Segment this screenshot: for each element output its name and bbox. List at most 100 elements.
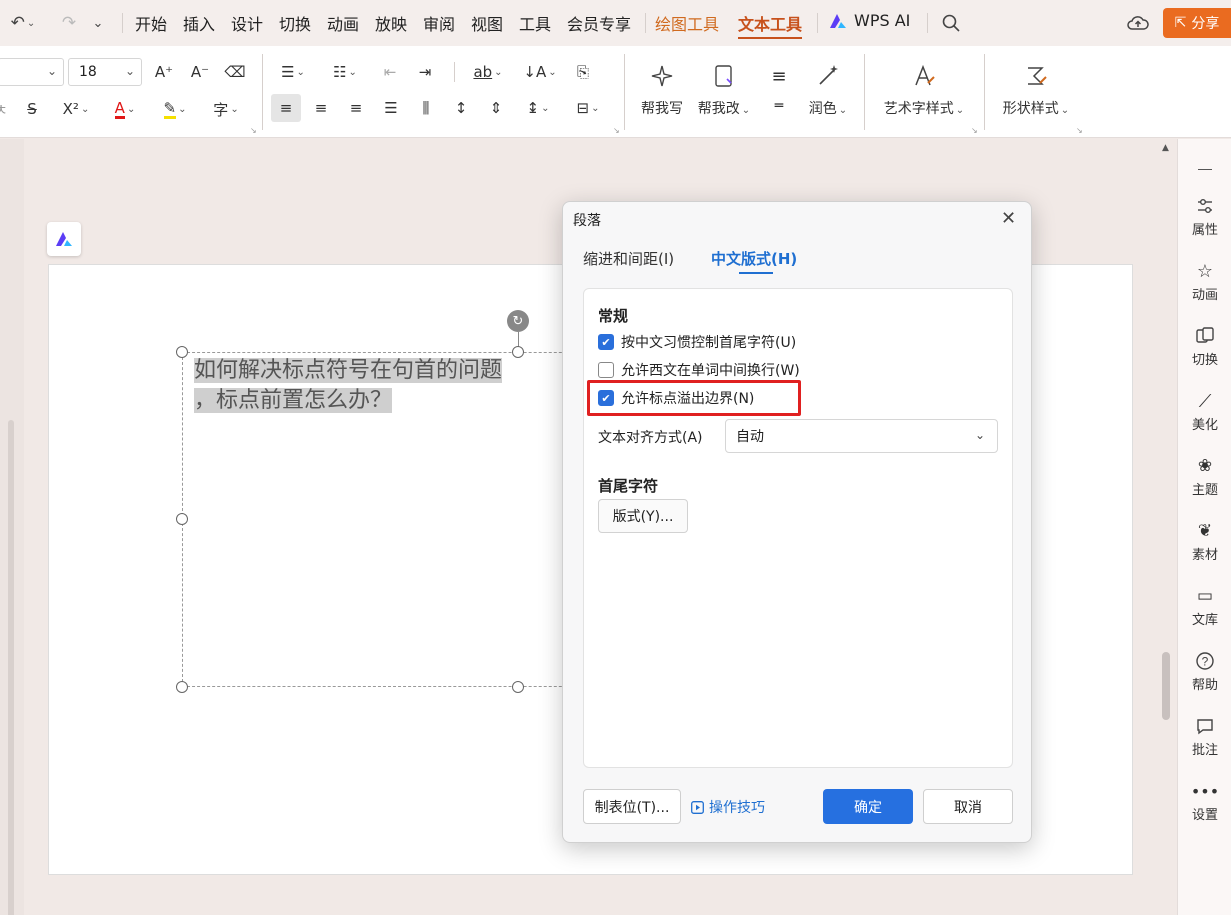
redo-button[interactable]: ↷ — [56, 0, 82, 46]
font-grow-button[interactable]: A⁺ — [152, 60, 176, 84]
tab-home[interactable]: 开始 — [135, 11, 167, 35]
align-right-icon: ≡ — [349, 99, 363, 117]
shape-style-launcher-icon[interactable]: ↘ — [1076, 126, 1083, 135]
collapse-icon[interactable] — [1198, 169, 1212, 170]
share-button[interactable]: ⇱ 分享 — [1163, 8, 1231, 38]
tab-stops-button[interactable]: 制表位(T)... — [583, 789, 681, 824]
close-icon[interactable]: ✕ — [1001, 208, 1016, 229]
panel-properties[interactable]: 属性 — [1178, 194, 1231, 238]
panel-settings[interactable]: ••• 设置 — [1178, 779, 1231, 824]
resize-handle-top-left[interactable] — [176, 346, 188, 358]
art-style-launcher-icon[interactable]: ↘ — [971, 126, 978, 135]
tab-indent-spacing[interactable]: 缩进和间距(I) — [583, 248, 674, 269]
thumbnail-scrollbar[interactable] — [8, 420, 14, 915]
panel-animation[interactable]: ☆ 动画 — [1178, 259, 1231, 304]
resize-handle-left[interactable] — [176, 513, 188, 525]
align-center-button[interactable]: ≡ — [308, 94, 334, 122]
tab-drawing-tools[interactable]: 绘图工具 — [655, 11, 719, 35]
style-button[interactable]: 版式(Y)... — [598, 499, 688, 533]
panel-transition[interactable]: 切换 — [1178, 324, 1231, 368]
panel-beautify[interactable]: ⟋ 美化 — [1178, 389, 1231, 434]
wps-ai-icon — [830, 13, 846, 28]
tab-insert[interactable]: 插入 — [183, 11, 215, 35]
text-align-select[interactable]: 自动 ⌄ — [725, 419, 998, 453]
ok-button[interactable]: 确定 — [823, 789, 913, 824]
superscript-button[interactable]: X² ⌄ — [58, 96, 94, 122]
help-edit-button[interactable]: 帮我改 ⌄ — [695, 54, 753, 118]
font-color-button[interactable]: A ⌄ — [106, 96, 144, 122]
vertical-scrollbar-thumb[interactable] — [1162, 652, 1170, 720]
clear-format-button[interactable]: ⌫ — [222, 60, 248, 84]
text-box-content[interactable]: 如何解决标点符号在句首的问题 ，标点前置怎么办？ — [194, 356, 544, 416]
text-direction-button[interactable]: ab ⌄ — [468, 60, 508, 84]
align-right-button[interactable]: ≡ — [343, 94, 369, 122]
ai-assistant-button[interactable] — [47, 222, 81, 256]
scroll-up-icon[interactable]: ▲ — [1162, 143, 1169, 153]
panel-library[interactable]: ▭ 文库 — [1178, 584, 1231, 628]
option-allow-punctuation-overflow[interactable]: ✔ 允许标点溢出边界(N) — [598, 388, 754, 408]
tab-text-tools[interactable]: 文本工具 — [738, 11, 803, 39]
option-control-first-last-chars[interactable]: ✔ 按中文习惯控制首尾字符(U) — [598, 332, 796, 352]
tab-design[interactable]: 设计 — [231, 11, 263, 35]
line-spacing-icon: ↕ — [454, 99, 468, 117]
shape-style-button[interactable]: 形状样式 ⌄ — [997, 54, 1075, 118]
tab-chinese-typography[interactable]: 中文版式(H) — [711, 248, 797, 269]
convert-button[interactable]: ⎘ — [570, 60, 596, 84]
right-side-panel: 属性 ☆ 动画 切换 ⟋ 美化 ❀ 主题 ❦ 素材 ▭ 文库 ? 帮助 批注 •… — [1177, 139, 1231, 915]
text-line-2: ，标点前置怎么办？ — [194, 388, 393, 413]
increase-indent-button[interactable]: ⇥ — [413, 60, 437, 84]
polish-button[interactable]: 润色 ⌄ — [805, 54, 851, 118]
font-size-select[interactable]: 18 ⌄ — [68, 58, 142, 86]
quick-access-dropdown[interactable]: ⌄ — [86, 0, 110, 46]
wps-ai-button[interactable]: WPS AI — [828, 11, 910, 30]
tab-review[interactable]: 审阅 — [423, 11, 455, 35]
spacing-options-button[interactable]: ↨ ⌄ — [518, 94, 558, 122]
bullets-button[interactable]: ☰ ⌄ — [274, 60, 312, 84]
tab-slideshow[interactable]: 放映 — [375, 11, 407, 35]
help-write-button[interactable]: 帮我写 — [637, 54, 687, 118]
more-icon: ••• — [1190, 781, 1220, 801]
search-button[interactable] — [938, 0, 964, 46]
vertical-align-button[interactable]: ⊟ ⌄ — [568, 94, 608, 122]
phonetic-button[interactable]: ㅊ — [0, 96, 8, 122]
resize-handle-bottom-left[interactable] — [176, 681, 188, 693]
tips-link[interactable]: 操作技巧 — [691, 797, 765, 817]
cloud-upload-button[interactable] — [1125, 0, 1151, 46]
undo-button[interactable]: ↶ ⌄ — [6, 0, 40, 46]
tab-animation[interactable]: 动画 — [327, 11, 359, 35]
checkbox-unchecked[interactable] — [598, 362, 614, 378]
art-style-button[interactable]: 艺术字样式 ⌄ — [878, 54, 970, 118]
resize-handle-bottom[interactable] — [512, 681, 524, 693]
text-format-button[interactable]: ≡ ═ — [764, 54, 794, 115]
dialog-title: 段落 — [573, 213, 601, 229]
line-spacing-button[interactable]: ↕ — [448, 94, 474, 122]
char-spacing-button[interactable]: 字 ⌄ — [206, 96, 246, 122]
paragraph-spacing-button[interactable]: ⇕ — [483, 94, 509, 122]
justify-button[interactable]: ☰ — [378, 94, 404, 122]
tab-member[interactable]: 会员专享 — [567, 11, 631, 35]
align-left-button[interactable]: ≡ — [271, 94, 301, 122]
tab-view[interactable]: 视图 — [471, 11, 503, 35]
distributed-button[interactable]: ⫼ — [413, 94, 439, 122]
rotate-handle[interactable]: ↻ — [507, 310, 529, 332]
font-name-select[interactable]: ⌄ — [0, 58, 64, 86]
panel-assets[interactable]: ❦ 素材 — [1178, 519, 1231, 563]
decrease-indent-button[interactable]: ⇤ — [378, 60, 402, 84]
numbering-button[interactable]: ☷ ⌄ — [326, 60, 364, 84]
highlight-button[interactable]: ✎ ⌄ — [156, 96, 194, 122]
font-dialog-launcher-icon[interactable]: ↘ — [250, 126, 257, 135]
strikethrough-button[interactable]: S — [20, 96, 44, 122]
font-shrink-button[interactable]: A⁻ — [188, 60, 212, 84]
tab-transition[interactable]: 切换 — [279, 11, 311, 35]
sliders-icon — [1195, 194, 1215, 218]
checkbox-checked[interactable]: ✔ — [598, 334, 614, 350]
cancel-button[interactable]: 取消 — [923, 789, 1013, 824]
panel-theme[interactable]: ❀ 主题 — [1178, 454, 1231, 498]
option-allow-word-break[interactable]: 允许西文在单词中间换行(W) — [598, 360, 800, 380]
sort-button[interactable]: ↓A ⌄ — [520, 60, 560, 84]
paragraph-dialog-launcher-icon[interactable]: ↘ — [613, 126, 620, 135]
checkbox-checked[interactable]: ✔ — [598, 390, 614, 406]
panel-comments[interactable]: 批注 — [1178, 714, 1231, 758]
panel-help[interactable]: ? 帮助 — [1178, 649, 1231, 693]
tab-tools[interactable]: 工具 — [519, 11, 551, 35]
